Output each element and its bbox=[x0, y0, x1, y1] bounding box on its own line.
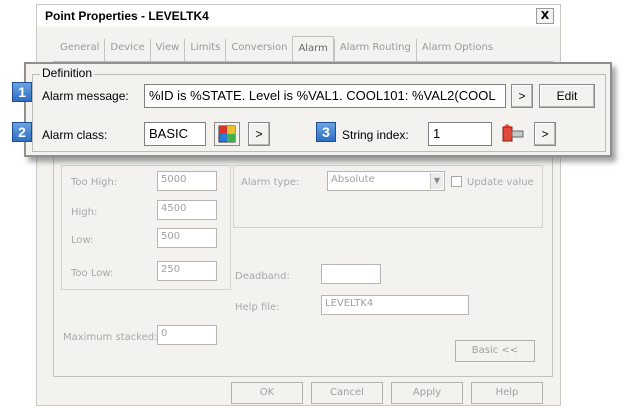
tab-view[interactable]: View bbox=[149, 39, 185, 61]
update-value-label: Update value bbox=[467, 177, 534, 188]
edit-string-icon bbox=[502, 124, 524, 142]
tab-alarm-routing[interactable]: Alarm Routing bbox=[333, 39, 416, 61]
update-value-checkbox[interactable] bbox=[451, 176, 462, 187]
cancel-button[interactable]: Cancel bbox=[311, 382, 383, 404]
tab-alarm-options[interactable]: Alarm Options bbox=[415, 39, 498, 61]
alarm-type-value: Absolute bbox=[331, 174, 375, 185]
too-low-label: Too Low: bbox=[71, 268, 114, 279]
help-file-field[interactable]: LEVELTK4 bbox=[321, 295, 469, 315]
string-index-browse-button[interactable]: > bbox=[534, 122, 556, 146]
help-button[interactable]: Help bbox=[471, 382, 543, 404]
deadband-field[interactable] bbox=[321, 264, 381, 284]
deadband-label: Deadband: bbox=[235, 271, 290, 282]
edit-button[interactable]: Edit bbox=[539, 84, 595, 108]
string-index-field[interactable]: 1 bbox=[428, 122, 492, 146]
tab-general[interactable]: General bbox=[55, 39, 104, 61]
chevron-down-icon: ▼ bbox=[430, 173, 443, 189]
apply-button[interactable]: Apply bbox=[391, 382, 463, 404]
title-bar: Point Properties - LEVELTK4 X bbox=[37, 5, 560, 27]
callout-badge-1: 1 bbox=[12, 82, 32, 102]
maximum-stacked-field[interactable]: 0 bbox=[157, 325, 217, 345]
alarm-type-select[interactable]: Absolute ▼ bbox=[327, 171, 445, 191]
too-high-label: Too High: bbox=[71, 177, 118, 188]
alarm-message-field[interactable]: %ID is %STATE. Level is %VAL1. COOL101: … bbox=[144, 84, 506, 108]
tab-device[interactable]: Device bbox=[104, 39, 149, 61]
high-label: High: bbox=[71, 207, 98, 218]
low-label: Low: bbox=[71, 235, 94, 246]
definition-group-label: Definition bbox=[40, 66, 95, 80]
alarm-message-browse-button[interactable]: > bbox=[511, 84, 533, 108]
basic-toggle-button[interactable]: Basic << bbox=[455, 340, 535, 362]
low-field[interactable]: 500 bbox=[157, 228, 217, 248]
callout-badge-3: 3 bbox=[316, 122, 336, 142]
tab-conversion[interactable]: Conversion bbox=[225, 39, 292, 61]
too-high-field[interactable]: 5000 bbox=[157, 171, 217, 191]
definition-overlay: Definition 1 Alarm message: %ID is %STAT… bbox=[12, 62, 612, 157]
string-index-edit-button[interactable] bbox=[500, 122, 526, 146]
tab-strip: General Device View Limits Conversion Al… bbox=[55, 36, 498, 61]
alarm-class-browse-button[interactable]: > bbox=[248, 122, 270, 146]
maximum-stacked-label: Maximum stacked: bbox=[63, 332, 158, 343]
alarm-class-label: Alarm class: bbox=[42, 128, 108, 142]
callout-badge-2: 2 bbox=[12, 122, 32, 142]
alarm-class-palette-button[interactable] bbox=[214, 122, 240, 146]
palette-icon bbox=[218, 125, 236, 143]
ok-button[interactable]: OK bbox=[231, 382, 303, 404]
help-file-label: Help file: bbox=[235, 302, 280, 313]
tab-alarm[interactable]: Alarm bbox=[292, 36, 334, 61]
close-button[interactable]: X bbox=[536, 8, 554, 24]
alarm-message-label: Alarm message: bbox=[42, 89, 129, 103]
string-index-label: String index: bbox=[342, 128, 409, 142]
too-low-field[interactable]: 250 bbox=[157, 261, 217, 281]
high-field[interactable]: 4500 bbox=[157, 200, 217, 220]
alarm-type-label: Alarm type: bbox=[241, 177, 300, 188]
window-title: Point Properties - LEVELTK4 bbox=[45, 9, 209, 23]
tab-limits[interactable]: Limits bbox=[184, 39, 225, 61]
alarm-class-field[interactable]: BASIC bbox=[144, 122, 206, 146]
